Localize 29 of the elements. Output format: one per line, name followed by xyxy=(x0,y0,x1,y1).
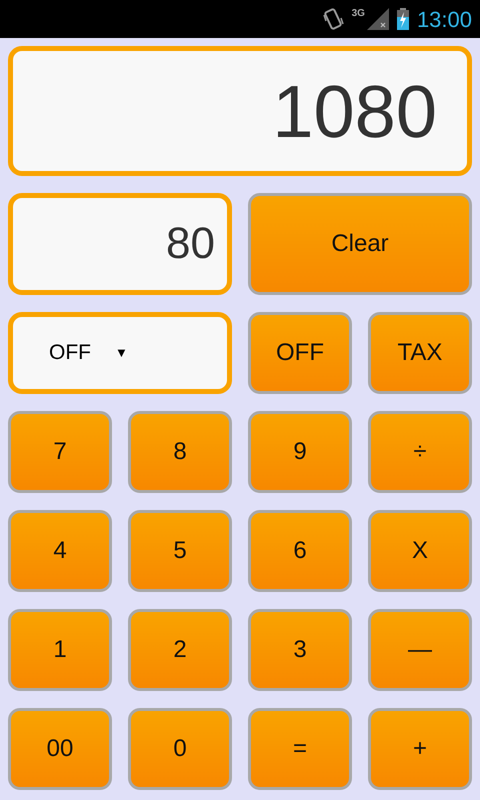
keypad-key[interactable]: = xyxy=(248,708,352,790)
keypad-key[interactable]: 8 xyxy=(128,411,232,493)
clock-time: 13:00 xyxy=(416,6,472,34)
vibrate-icon xyxy=(322,7,344,31)
keypad-key[interactable]: 6 xyxy=(248,510,352,592)
keypad-key[interactable]: 3 xyxy=(248,609,352,691)
dropdown-value: OFF xyxy=(49,340,91,366)
dropdown-arrow: ▼ xyxy=(115,344,128,362)
keypad-key[interactable]: 5 xyxy=(128,510,232,592)
tax-dropdown[interactable]: OFF ▼ xyxy=(8,312,232,394)
keypad-key[interactable]: 0 xyxy=(128,708,232,790)
result-display: 1080 xyxy=(8,46,472,176)
keypad-key[interactable]: 00 xyxy=(8,708,112,790)
keypad-key[interactable]: — xyxy=(368,609,472,691)
mode-button[interactable]: OFF xyxy=(248,312,352,394)
amount-field[interactable]: 80 xyxy=(8,193,232,295)
keypad-key[interactable]: 4 xyxy=(8,510,112,592)
keypad-key[interactable]: + xyxy=(368,708,472,790)
keypad-key[interactable]: ÷ xyxy=(368,411,472,493)
network-type: 3G xyxy=(352,7,365,21)
clear-button[interactable]: Clear xyxy=(248,193,472,295)
keypad-key[interactable]: 7 xyxy=(8,411,112,493)
mode-button[interactable]: TAX xyxy=(368,312,472,394)
keypad-key[interactable]: X xyxy=(368,510,472,592)
battery-icon xyxy=(396,8,409,30)
signal-icon xyxy=(366,8,389,30)
keypad-key[interactable]: 9 xyxy=(248,411,352,493)
keypad-key[interactable]: 1 xyxy=(8,609,112,691)
keypad-key[interactable]: 2 xyxy=(128,609,232,691)
